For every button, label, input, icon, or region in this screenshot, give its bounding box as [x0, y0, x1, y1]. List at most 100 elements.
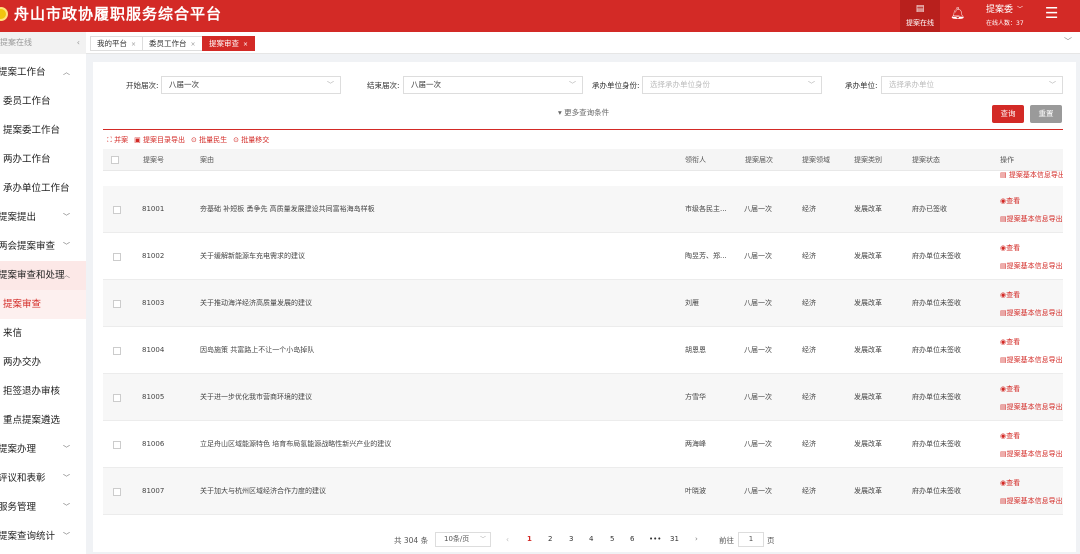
select-all-checkbox[interactable] — [111, 156, 119, 164]
view-link[interactable]: ◉查看 — [1000, 337, 1063, 355]
view-link[interactable]: ◉查看 — [1000, 243, 1063, 261]
row-title[interactable]: 关于加大与杭州区域经济合作力度的建议 — [200, 468, 670, 514]
user-menu[interactable]: 提案委 ﹀ 在线人数：37 — [986, 2, 1024, 27]
row-checkbox[interactable] — [113, 441, 121, 449]
sidebar-item-assignment[interactable]: 两办交办 — [0, 348, 86, 377]
row-title[interactable]: 关于进一步优化我市营商环境的建议 — [200, 374, 670, 420]
export-info-link[interactable]: ▤提案基本信息导出 — [1000, 402, 1063, 420]
sidebar-item-proposal-review[interactable]: 提案审查 — [0, 290, 86, 319]
table-row[interactable]: 81001 夯基础 补短板 勇争先 高质量发展建设共同富裕海岛样板 市级各民主.… — [103, 186, 1063, 233]
sidebar-item-proposal-workbench[interactable]: 提案工作台 ︿ — [0, 58, 86, 87]
sidebar-item-handling[interactable]: 提案办理 ﹀ — [0, 435, 86, 464]
page-number[interactable]: 4 — [589, 535, 593, 543]
export-info-link[interactable]: ▤提案基本信息导出 — [1000, 355, 1063, 373]
divider — [103, 129, 1063, 130]
sidebar-item-key-selection[interactable]: 重点提案遴选 — [0, 406, 86, 435]
unit-identity-select[interactable]: 选择承办单位身份 ﹀ — [642, 76, 822, 94]
start-session-select[interactable]: 八届一次 ﹀ — [161, 76, 341, 94]
batch-livelihood-button[interactable]: ⊙ 批量民生 — [191, 135, 227, 145]
merge-button[interactable]: ⛶ 并案 — [107, 135, 128, 145]
export-info-link[interactable]: ▤提案基本信息导出 — [1000, 308, 1063, 326]
unit-select[interactable]: 选择承办单位 ﹀ — [881, 76, 1063, 94]
tab-my-platform[interactable]: 我的平台 × — [90, 36, 144, 51]
more-conditions-toggle[interactable]: ▾ 更多查询条件 — [558, 107, 609, 118]
table-row[interactable]: 81007 关于加大与杭州区域经济合作力度的建议 叶晓波 八届一次 经济 发展改… — [103, 468, 1063, 515]
page-number[interactable]: 31 — [670, 535, 679, 543]
table-row[interactable]: 81004 因岛施策 共富路上不让一个小岛掉队 胡恩恩 八届一次 经济 发展改革… — [103, 327, 1063, 374]
goto-page-input[interactable]: 1 — [738, 532, 764, 547]
export-icon: ▤ — [1000, 262, 1007, 270]
close-icon[interactable]: × — [131, 41, 136, 48]
collapse-icon[interactable]: ‹ — [77, 32, 80, 54]
batch-transfer-button[interactable]: ⊙ 批量移交 — [233, 135, 269, 145]
sidebar-item-proposal-submit[interactable]: 提案提出 ﹀ — [0, 203, 86, 232]
close-icon[interactable]: × — [191, 41, 196, 48]
table-row[interactable]: 81003 关于推动海洋经济高质量发展的建议 刘雁 八届一次 经济 发展改革 府… — [103, 280, 1063, 327]
export-info-link[interactable]: ▤提案基本信息导出 — [1000, 496, 1063, 514]
page-number[interactable]: 3 — [569, 535, 573, 543]
view-link[interactable]: ◉查看 — [1000, 290, 1063, 308]
bell-icon[interactable]: 🔔︎ — [950, 6, 965, 20]
page-ellipsis[interactable]: ••• — [649, 535, 661, 543]
row-checkbox[interactable] — [113, 488, 121, 496]
sidebar-item-letters[interactable]: 来信 — [0, 319, 86, 348]
close-icon[interactable]: × — [243, 41, 248, 48]
export-catalog-button[interactable]: ▣ 提案目录导出 — [134, 135, 185, 145]
export-info-link[interactable]: ▤ 提案基本信息导出 — [1000, 171, 1063, 179]
hamburger-menu-icon[interactable]: ☰ — [1045, 4, 1058, 22]
sidebar-item-evaluation[interactable]: 评议和表彰 ﹀ — [0, 464, 86, 493]
table-row[interactable]: 81006 立足舟山区域能源特色 培育布局氢能源战略性新兴产业的建议 两海峰 八… — [103, 421, 1063, 468]
row-checkbox[interactable] — [113, 300, 121, 308]
page-size-select[interactable]: 10条/页 ﹀ — [435, 532, 491, 547]
view-link[interactable]: ◉查看 — [1000, 384, 1063, 402]
row-checkbox[interactable] — [113, 206, 121, 214]
end-session-select[interactable]: 八届一次 ﹀ — [403, 76, 583, 94]
view-link[interactable]: ◉查看 — [1000, 431, 1063, 449]
tab-proposal-review[interactable]: 提案审查 × — [202, 36, 256, 51]
sidebar-search[interactable]: 提案在线 ‹ — [0, 32, 86, 54]
end-session-value: 八届一次 — [411, 80, 441, 89]
export-info-link[interactable]: ▤提案基本信息导出 — [1000, 261, 1063, 279]
row-no: 81007 — [142, 487, 165, 495]
row-category: 发展改革 — [854, 393, 882, 401]
col-lead: 领衔人 — [685, 156, 706, 164]
page-number[interactable]: 1 — [527, 535, 532, 543]
page-number[interactable]: 5 — [610, 535, 614, 543]
row-checkbox[interactable] — [113, 253, 121, 261]
page-number[interactable]: 2 — [548, 535, 552, 543]
sidebar-item-unit-workbench[interactable]: 承办单位工作台 — [0, 174, 86, 203]
sidebar-item-committee-workbench[interactable]: 提案委工作台 — [0, 116, 86, 145]
export-info-link[interactable]: ▤提案基本信息导出 — [1000, 214, 1063, 232]
row-title[interactable]: 因岛施策 共富路上不让一个小岛掉队 — [200, 327, 670, 373]
view-link[interactable]: ◉查看 — [1000, 196, 1063, 214]
row-title[interactable]: 夯基础 补短板 勇争先 高质量发展建设共同富裕海岛样板 — [200, 186, 670, 232]
table-row[interactable]: 81002 关于缓解新能源车充电需求的建议 陶昱芳、郑... 八届一次 经济 发… — [103, 233, 1063, 280]
table-row[interactable]: 81005 关于进一步优化我市营商环境的建议 方雪华 八届一次 经济 发展改革 … — [103, 374, 1063, 421]
page-number[interactable]: 6 — [630, 535, 634, 543]
chevron-down-icon[interactable]: ﹀ — [1064, 36, 1072, 47]
sidebar-item-query-stats[interactable]: 提案查询统计 ﹀ — [0, 522, 86, 551]
row-checkbox[interactable] — [113, 347, 121, 355]
row-title[interactable]: 关于缓解新能源车充电需求的建议 — [200, 233, 670, 279]
row-checkbox[interactable] — [113, 394, 121, 402]
row-category: 发展改革 — [854, 299, 882, 307]
online-proposal-button[interactable]: ▤ 提案在线 — [900, 0, 940, 32]
export-info-link[interactable]: ▤提案基本信息导出 — [1000, 449, 1063, 467]
view-link[interactable]: ◉查看 — [1000, 478, 1063, 496]
row-status: 府办单位未签收 — [912, 299, 961, 307]
chevron-down-icon: ﹀ — [63, 445, 70, 453]
reset-button[interactable]: 重置 — [1030, 105, 1062, 123]
row-title[interactable]: 立足舟山区域能源特色 培育布局氢能源战略性新兴产业的建议 — [200, 421, 670, 467]
sidebar-item-member-workbench[interactable]: 委员工作台 — [0, 87, 86, 116]
sidebar-item-refusal-review[interactable]: 拒签退办审核 — [0, 377, 86, 406]
search-button[interactable]: 查询 — [992, 105, 1024, 123]
sidebar-item-service-management[interactable]: 服务管理 ﹀ — [0, 493, 86, 522]
sidebar-item-two-offices-workbench[interactable]: 两办工作台 — [0, 145, 86, 174]
sidebar-item-review-and-process[interactable]: 提案审查和处理 ︿ — [0, 261, 86, 290]
sidebar-item-session-review[interactable]: 两会提案审查 ﹀ — [0, 232, 86, 261]
prev-page-button[interactable]: ‹ — [506, 535, 509, 544]
tab-label: 我的平台 — [97, 39, 127, 48]
next-page-button[interactable]: › — [695, 535, 698, 543]
tab-member-workbench[interactable]: 委员工作台 × — [142, 36, 203, 51]
row-title[interactable]: 关于推动海洋经济高质量发展的建议 — [200, 280, 670, 326]
